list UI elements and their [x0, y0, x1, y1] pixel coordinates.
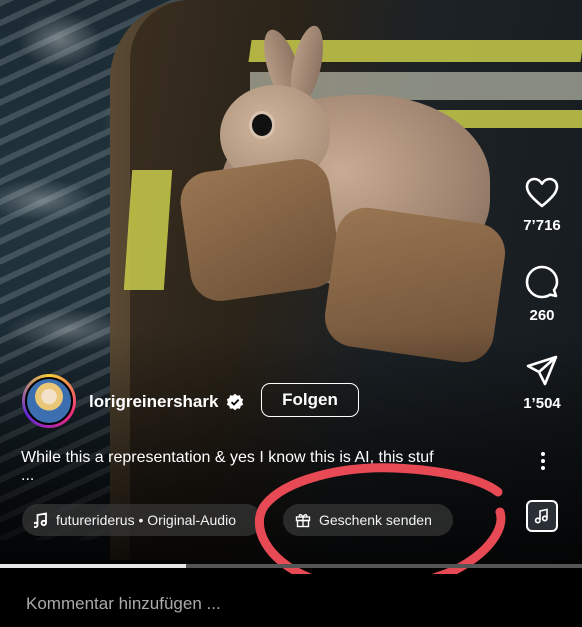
paper-plane-icon — [526, 355, 558, 386]
video-progress-bar[interactable] — [0, 564, 582, 568]
share-count: 1’504 — [523, 395, 561, 412]
like-button[interactable]: 7’716 — [502, 177, 582, 234]
send-gift-button[interactable]: Geschenk senden — [283, 504, 453, 536]
reflective-stripe — [123, 170, 173, 290]
audio-label: futureriderus • Original-Audio — [56, 512, 236, 528]
video-frame[interactable] — [0, 0, 582, 565]
avatar[interactable] — [22, 374, 76, 428]
comment-count: 260 — [529, 307, 555, 324]
comment-bubble-icon — [525, 265, 559, 299]
music-note-icon — [34, 512, 47, 528]
comment-button[interactable]: 260 — [502, 265, 582, 324]
rabbit-eye — [252, 114, 272, 136]
avatar-image — [25, 377, 73, 425]
gift-label: Geschenk senden — [319, 512, 432, 528]
more-vertical-icon — [541, 452, 545, 456]
share-button[interactable]: 1’504 — [502, 355, 582, 412]
comment-bar: Kommentar hinzufügen ... — [0, 574, 582, 627]
follow-button[interactable]: Folgen — [261, 383, 359, 417]
like-count: 7’716 — [523, 217, 561, 234]
comment-input[interactable]: Kommentar hinzufügen ... — [26, 594, 221, 614]
glove — [176, 155, 344, 305]
music-note-icon — [534, 508, 548, 524]
heart-icon — [525, 177, 559, 208]
username[interactable]: lorigreinershark — [89, 392, 218, 412]
caption-more[interactable]: ... — [21, 467, 34, 485]
audio-thumbnail[interactable] — [526, 500, 558, 532]
caption[interactable]: While this a representation & yes I know… — [21, 447, 511, 469]
audio-pill[interactable]: futureriderus • Original-Audio — [22, 504, 262, 536]
more-options-button[interactable] — [536, 449, 550, 473]
gift-icon — [295, 514, 311, 528]
video-progress-fill — [0, 564, 187, 568]
verified-badge-icon — [226, 393, 244, 411]
